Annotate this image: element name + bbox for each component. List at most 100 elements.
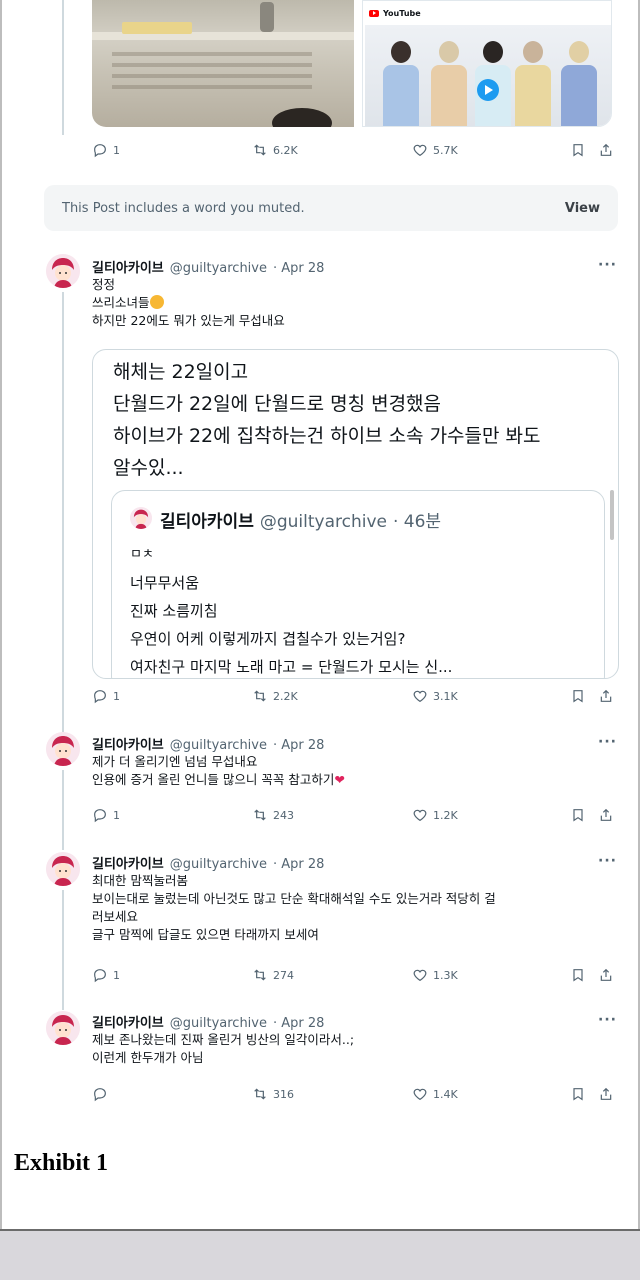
post-line: 하지만 22에도 뭐가 있는게 무섭내요 (92, 313, 285, 328)
display-name[interactable]: 길티아카이브 (92, 853, 164, 872)
reply-icon (94, 809, 106, 823)
heart-icon (413, 690, 427, 703)
repost-button[interactable]: 243 (252, 807, 294, 823)
play-icon[interactable] (477, 79, 499, 101)
handle[interactable]: @guiltyarchive (170, 261, 267, 276)
bookmark-icon (573, 144, 583, 157)
media-youtube-card[interactable]: YouTube (362, 0, 612, 127)
handle[interactable]: @guiltyarchive (170, 738, 267, 753)
bottom-bar (0, 1229, 640, 1280)
post-line: 최대한 맘찍눌러봄 (92, 873, 188, 888)
post-line: 글구 맘찍에 답글도 있으면 타래까지 보세여 (92, 927, 319, 942)
reply-icon (94, 690, 106, 704)
youtube-logo-icon (369, 9, 379, 17)
thread-line (62, 292, 64, 732)
more-options-icon[interactable]: ··· (598, 257, 617, 273)
view-button[interactable]: View (565, 201, 600, 216)
display-name[interactable]: 길티아카이브 (92, 734, 164, 753)
reply-button[interactable]: 1 (92, 807, 120, 823)
repost-icon (254, 690, 266, 702)
avatar (130, 507, 152, 529)
bookmark-button[interactable] (570, 1086, 586, 1102)
repost-button[interactable]: 2.2K (252, 688, 298, 704)
nested-quoted-post[interactable]: 길티아카이브 @guiltyarchive · 46분 ㅁㅊ 너무무서움 진짜 … (111, 490, 605, 678)
share-icon (600, 689, 612, 702)
media-photo-left[interactable] (92, 0, 354, 127)
reply-button[interactable]: 1 (92, 967, 120, 983)
more-options-icon[interactable]: ··· (598, 853, 617, 869)
post-actions: 1 274 1.3K (92, 967, 622, 987)
like-button[interactable]: 5.7K (412, 142, 458, 158)
like-button[interactable]: 1.3K (412, 967, 458, 983)
bookmark-button[interactable] (570, 688, 586, 704)
share-button[interactable] (598, 807, 614, 823)
post-line: 정정 (92, 277, 116, 292)
nested-line: 너무무서움 (130, 574, 200, 592)
avatar[interactable] (46, 852, 80, 886)
quoted-post-card[interactable]: 해체는 22일이고 단월드가 22일에 단월드로 명칭 변경했음 하이브가 22… (92, 349, 619, 679)
avatar[interactable] (46, 254, 80, 288)
share-button[interactable] (598, 1086, 614, 1102)
share-button[interactable] (598, 688, 614, 704)
quote-line: 단월드가 22일에 단월드로 명칭 변경했음 (113, 393, 442, 415)
thread-line (62, 890, 64, 1010)
share-button[interactable] (598, 142, 614, 158)
video-thumbnail[interactable] (365, 25, 611, 126)
muted-notice-text: This Post includes a word you muted. (62, 200, 305, 216)
heart-icon (413, 144, 427, 157)
bookmark-icon (573, 690, 583, 703)
display-name[interactable]: 길티아카이브 (92, 257, 164, 276)
bookmark-button[interactable] (570, 807, 586, 823)
avatar[interactable] (46, 732, 80, 766)
heart-icon (413, 1088, 427, 1101)
reply-button[interactable]: 1 (92, 688, 120, 704)
post-header: 길티아카이브 @guiltyarchive · Apr 28 (92, 1012, 324, 1031)
reply-button[interactable] (92, 1086, 113, 1102)
avatar[interactable] (46, 1011, 80, 1045)
repost-button[interactable]: 316 (252, 1086, 294, 1102)
display-name[interactable]: 길티아카이브 (92, 1012, 164, 1031)
thread-line (62, 0, 64, 135)
post-line: 제보 존나왔는데 진짜 올린거 빙산의 일각이라서..; (92, 1032, 355, 1047)
repost-button[interactable]: 6.2K (252, 142, 298, 158)
heart-icon (413, 809, 427, 822)
handle[interactable]: @guiltyarchive (170, 857, 267, 872)
post-line: 보이는대로 눌렀는데 아닌것도 많고 단순 확대해석일 수도 있는거라 적당히 … (92, 891, 496, 906)
scrollbar[interactable] (610, 490, 614, 540)
nested-post-body: ㅁㅊ 너무무서움 진짜 소름끼침 우연이 어케 이렇게까지 겹칠수가 있는거임?… (130, 541, 452, 678)
share-icon (600, 968, 612, 981)
heart-icon (413, 969, 427, 982)
repost-button[interactable]: 274 (252, 967, 294, 983)
bookmark-button[interactable] (570, 967, 586, 983)
emoji-icon (149, 295, 164, 309)
reply-icon (94, 969, 106, 983)
bookmark-button[interactable] (570, 142, 586, 158)
youtube-header: YouTube (369, 5, 421, 21)
display-name: 길티아카이브 (160, 512, 254, 532)
nested-line: 진짜 소름끼침 (130, 602, 218, 620)
post-line: 이런게 한두개가 아님 (92, 1050, 204, 1065)
post-line: 인용에 증거 올린 언니들 많으니 꼭꼭 참고하기❤ (92, 772, 345, 787)
more-options-icon[interactable]: ··· (598, 1012, 617, 1028)
more-options-icon[interactable]: ··· (598, 734, 617, 750)
reply-button[interactable]: 1 (92, 142, 120, 158)
post-date[interactable]: · Apr 28 (273, 1016, 324, 1031)
post-date[interactable]: · Apr 28 (273, 857, 324, 872)
repost-icon (254, 144, 266, 156)
quote-line: 하이브가 22에 집착하는건 하이브 소속 가수들만 봐도 (113, 425, 541, 447)
post-date[interactable]: · Apr 28 (273, 261, 324, 276)
post-actions: 316 1.4K (92, 1086, 622, 1106)
post-actions: 1 243 1.2K (92, 807, 622, 827)
share-icon (600, 143, 612, 156)
like-button[interactable]: 3.1K (412, 688, 458, 704)
post-header: 길티아카이브 @guiltyarchive · Apr 28 (92, 257, 324, 276)
handle[interactable]: @guiltyarchive (170, 1016, 267, 1031)
post-line: 제가 더 올리기엔 넘넘 무섭내요 (92, 754, 258, 769)
post-line: 쓰리소녀들 (92, 294, 285, 312)
like-button[interactable]: 1.2K (412, 807, 458, 823)
share-button[interactable] (598, 967, 614, 983)
youtube-label: YouTube (383, 8, 421, 18)
post-actions: 1 6.2K 5.7K (92, 142, 622, 162)
post-date[interactable]: · Apr 28 (273, 738, 324, 753)
like-button[interactable]: 1.4K (412, 1086, 458, 1102)
